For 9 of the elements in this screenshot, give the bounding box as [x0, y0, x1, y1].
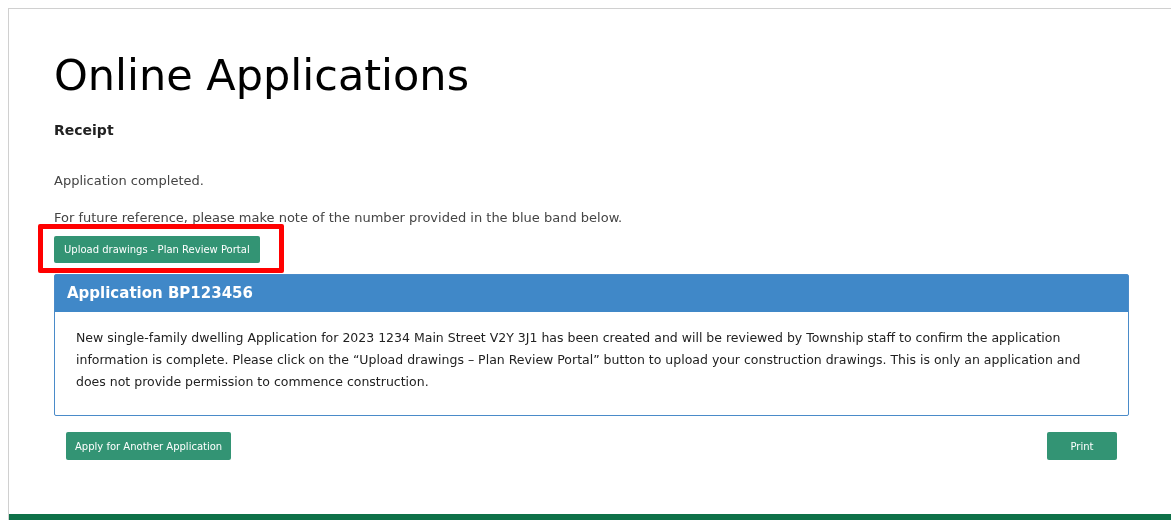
upload-button[interactable]: Upload drawings - Plan Review Portal: [54, 236, 260, 263]
page-title: Online Applications: [54, 54, 470, 97]
panel-body: New single-family dwelling Application for 2023 1234 Main Street V2Y 3J1 has been created and will be reviewed by Township staff to confirm the application information is complete. Please click on the “Upload drawings – Plan Review Portal” button to upload your construction drawings. This is only an application and does not provide permission to commence construction.: [75, 329, 1082, 391]
panel-title: Application BP123456: [55, 275, 1128, 312]
action-button[interactable]: Apply for Another Application: [66, 432, 232, 460]
message-text: Application completed.: [54, 172, 204, 190]
section-heading: Receipt: [54, 121, 114, 140]
action-button[interactable]: Print: [1047, 432, 1117, 460]
message-text: For future reference, please make note of the number provided in the blue band below.: [54, 208, 623, 227]
